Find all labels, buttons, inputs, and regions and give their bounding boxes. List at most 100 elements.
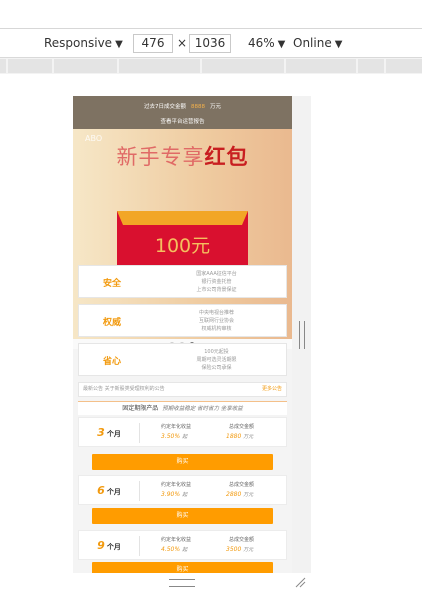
banner-title: 新手专享红包 xyxy=(73,141,292,171)
term-number: 9 xyxy=(97,539,105,552)
rate-suffix: 起 xyxy=(182,434,188,440)
resize-corner-icon[interactable] xyxy=(294,576,306,588)
term-unit: 个月 xyxy=(106,430,121,438)
ruler-segment[interactable] xyxy=(0,59,6,73)
envelope-amount: 100元 xyxy=(154,235,211,257)
amount-label: 总成交金额 xyxy=(229,482,255,488)
ruler-segment[interactable] xyxy=(202,59,284,73)
feature-line: 国家AAA征信平台 xyxy=(196,271,237,277)
feature-title: 省心 xyxy=(102,357,121,367)
report-link[interactable]: 查看平台运营报告 xyxy=(73,117,292,125)
rate-number: 3.50% xyxy=(161,433,181,440)
rate-label: 约定年化收益 xyxy=(161,424,192,430)
width-input[interactable]: 476 xyxy=(133,34,173,53)
resize-handle-right[interactable] xyxy=(299,321,305,349)
term-number: 6 xyxy=(97,484,105,497)
stats-prefix: 过去7日成交金额 xyxy=(143,104,186,110)
network-label: Online xyxy=(293,36,332,50)
feature-title: 权威 xyxy=(102,318,121,328)
term-unit: 个月 xyxy=(106,543,121,551)
rate-number: 4.50% xyxy=(161,546,181,553)
amount-number: 3500 xyxy=(226,546,242,553)
feature-line: 上市公司背景保证 xyxy=(196,287,237,293)
card-divider xyxy=(139,423,140,443)
media-query-ruler[interactable] xyxy=(0,57,422,75)
height-input[interactable]: 1036 xyxy=(189,34,231,53)
zoom-label: 46% xyxy=(248,36,275,50)
buy-button[interactable]: 购买 xyxy=(92,562,273,573)
amount-value: 2880 万元 xyxy=(226,491,253,498)
stats-unit: 万元 xyxy=(209,104,221,110)
feature-title: 安全 xyxy=(102,279,121,289)
resize-handle-bottom[interactable] xyxy=(169,579,195,587)
section-subtitle: 预期收益稳定 省时省力 坐享收益 xyxy=(162,406,243,412)
rate-suffix: 起 xyxy=(182,547,188,553)
product-section-header: 固定期限产品 预期收益稳定 省时省力 坐享收益 xyxy=(78,401,287,415)
notice-text: 最新公告 关于新股类受理权利的公告 xyxy=(83,386,165,392)
feature-line: 100元起投 xyxy=(204,349,229,355)
amount-number: 2880 xyxy=(226,491,242,498)
amount-number: 1880 xyxy=(226,433,242,440)
card-divider xyxy=(139,536,140,556)
stats-bar: 过去7日成交金额 8888 万元 查看平台运营报告 xyxy=(73,96,292,129)
ruler-segment[interactable] xyxy=(286,59,356,73)
chevron-down-icon: ▼ xyxy=(277,39,286,50)
rate-value: 3.50% 起 xyxy=(161,433,187,440)
ruler-segment[interactable] xyxy=(119,59,200,73)
rate-value: 3.90% 起 xyxy=(161,491,187,498)
product-card[interactable]: 6 个月 约定年化收益 3.90% 起 总成交金额 2880 万元 xyxy=(78,475,287,505)
chevron-down-icon: ▼ xyxy=(115,39,123,50)
product-card[interactable]: 9 个月 约定年化收益 4.50% 起 总成交金额 3500 万元 xyxy=(78,530,287,560)
ruler-segment[interactable] xyxy=(386,59,422,73)
term-number: 3 xyxy=(97,426,105,439)
feature-card-safety: 安全 国家AAA征信平台 银行资金托管 上市公司背景保证 xyxy=(78,265,287,298)
term-unit: 个月 xyxy=(106,488,121,496)
product-card[interactable]: 3 个月 约定年化收益 3.50% 起 总成交金额 1880 万元 xyxy=(78,417,287,447)
amount-label: 总成交金额 xyxy=(229,424,255,430)
ruler-segment[interactable] xyxy=(358,59,384,73)
notice-bar[interactable]: 最新公告 关于新股类受理权利的公告 更多公告 xyxy=(78,382,287,397)
ruler-segment[interactable] xyxy=(54,59,117,73)
feature-line: 中央电视台推荐 xyxy=(198,310,234,316)
device-label: Responsive xyxy=(44,36,113,50)
section-title: 固定期限产品 xyxy=(122,405,159,412)
rate-number: 3.90% xyxy=(161,491,181,498)
more-notices-link[interactable]: 更多公告 xyxy=(262,383,282,396)
banner-title-strong: 红包 xyxy=(204,145,249,169)
product-term: 3 个月 xyxy=(79,426,139,439)
zoom-select[interactable]: 46% ▼ xyxy=(248,36,285,50)
feature-line: 银行资金托管 xyxy=(201,279,232,285)
buy-button[interactable]: 购买 xyxy=(92,454,273,470)
envelope-flap xyxy=(117,211,248,225)
buy-button[interactable]: 购买 xyxy=(92,508,273,524)
amount-unit: 万元 xyxy=(243,434,254,440)
feature-line: 互联网行业协会 xyxy=(198,318,234,324)
feature-line: 周期可选灵活期限 xyxy=(196,357,237,363)
amount-label: 总成交金额 xyxy=(229,537,255,543)
rate-label: 约定年化收益 xyxy=(161,537,192,543)
device-controls: Responsive ▼ 476 × 1036 46% ▼ Online ▼ xyxy=(0,33,422,55)
stats-amount: 8888 xyxy=(190,104,205,110)
dimension-separator: × xyxy=(177,36,188,50)
ruler-segment[interactable] xyxy=(8,59,52,73)
rate-value: 4.50% 起 xyxy=(161,546,187,553)
feature-line: 权威机构审核 xyxy=(201,326,232,332)
amount-value: 1880 万元 xyxy=(226,433,253,440)
toolbar-divider xyxy=(0,28,422,29)
amount-unit: 万元 xyxy=(243,492,254,498)
feature-card-authority: 权威 中央电视台推荐 互联网行业协会 权威机构审核 xyxy=(78,304,287,337)
chevron-down-icon: ▼ xyxy=(334,39,343,50)
feature-card-ease: 省心 100元起投 周期可选灵活期限 保险公司承保 xyxy=(78,343,287,376)
amount-unit: 万元 xyxy=(243,547,254,553)
card-divider xyxy=(139,481,140,501)
device-viewport: 过去7日成交金额 8888 万元 查看平台运营报告 ABO 新手专享红包 100元 … xyxy=(73,96,292,573)
device-select[interactable]: Responsive ▼ xyxy=(44,36,123,50)
rate-label: 约定年化收益 xyxy=(161,482,192,488)
feature-line: 保险公司承保 xyxy=(201,365,232,371)
product-term: 9 个月 xyxy=(79,539,139,552)
product-term: 6 个月 xyxy=(79,484,139,497)
banner-title-light: 新手专享 xyxy=(116,145,205,169)
rate-suffix: 起 xyxy=(182,492,188,498)
network-select[interactable]: Online ▼ xyxy=(293,36,342,50)
stats-line: 过去7日成交金额 8888 万元 xyxy=(73,102,292,110)
